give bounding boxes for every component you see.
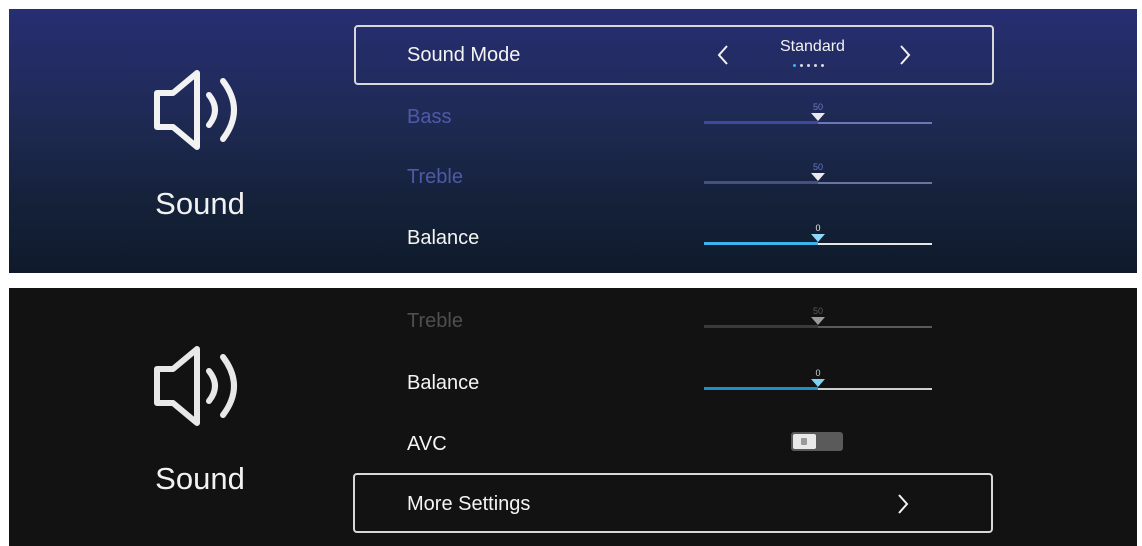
bass-slider-thumb[interactable] bbox=[810, 112, 826, 122]
speaker-volume-icon bbox=[154, 346, 237, 426]
page-dot bbox=[800, 64, 803, 67]
balance-slider-fill bbox=[704, 387, 818, 390]
chevron-right-icon[interactable] bbox=[899, 44, 911, 66]
treble-slider-fill bbox=[704, 325, 818, 328]
sidebar-title: Sound bbox=[155, 461, 245, 496]
speaker-volume-icon bbox=[154, 70, 237, 150]
treble-slider-fill bbox=[704, 181, 818, 184]
balance-slider[interactable]: 0 bbox=[704, 368, 932, 391]
more-settings-label: More Settings bbox=[407, 493, 531, 515]
avc-label: AVC bbox=[407, 433, 447, 455]
balance-value: 0 bbox=[815, 223, 821, 233]
treble-value: 50 bbox=[812, 306, 824, 316]
page-dot bbox=[814, 64, 817, 67]
bass-slider[interactable]: 50 bbox=[704, 102, 932, 125]
balance-value: 0 bbox=[815, 368, 821, 378]
treble-label: Treble bbox=[407, 310, 463, 332]
chevron-right-icon[interactable] bbox=[897, 493, 909, 515]
page-dot bbox=[807, 64, 810, 67]
balance-slider-thumb[interactable] bbox=[810, 233, 826, 243]
chevron-left-icon[interactable] bbox=[717, 44, 729, 66]
balance-slider-fill bbox=[704, 242, 818, 245]
sound-menu-screen-top: Sound Sound Mode Standard Bass 50 Treble… bbox=[9, 9, 1137, 273]
treble-slider[interactable]: 50 bbox=[704, 306, 932, 329]
sidebar-title: Sound bbox=[155, 186, 245, 221]
treble-slider-thumb[interactable] bbox=[810, 316, 826, 326]
treble-slider-thumb[interactable] bbox=[810, 172, 826, 182]
page-dot bbox=[821, 64, 824, 67]
balance-slider[interactable]: 0 bbox=[704, 223, 932, 246]
sound-mode-label: Sound Mode bbox=[407, 44, 521, 66]
sound-mode-page-dots bbox=[793, 64, 824, 67]
treble-value: 50 bbox=[812, 162, 824, 172]
treble-label: Treble bbox=[407, 166, 463, 188]
balance-label: Balance bbox=[407, 227, 480, 249]
bass-slider-fill bbox=[704, 121, 818, 124]
avc-toggle[interactable] bbox=[791, 432, 843, 451]
balance-label: Balance bbox=[407, 372, 480, 394]
page-dot bbox=[793, 64, 796, 67]
sound-menu-screen-bottom: Sound Treble 50 Balance 0 AVC More Setti… bbox=[9, 288, 1137, 546]
avc-toggle-knob bbox=[793, 434, 816, 449]
balance-slider-thumb[interactable] bbox=[810, 378, 826, 388]
bass-value: 50 bbox=[812, 102, 824, 112]
treble-slider[interactable]: 50 bbox=[704, 162, 932, 185]
bass-label: Bass bbox=[407, 106, 452, 128]
sound-mode-value: Standard bbox=[780, 38, 845, 55]
